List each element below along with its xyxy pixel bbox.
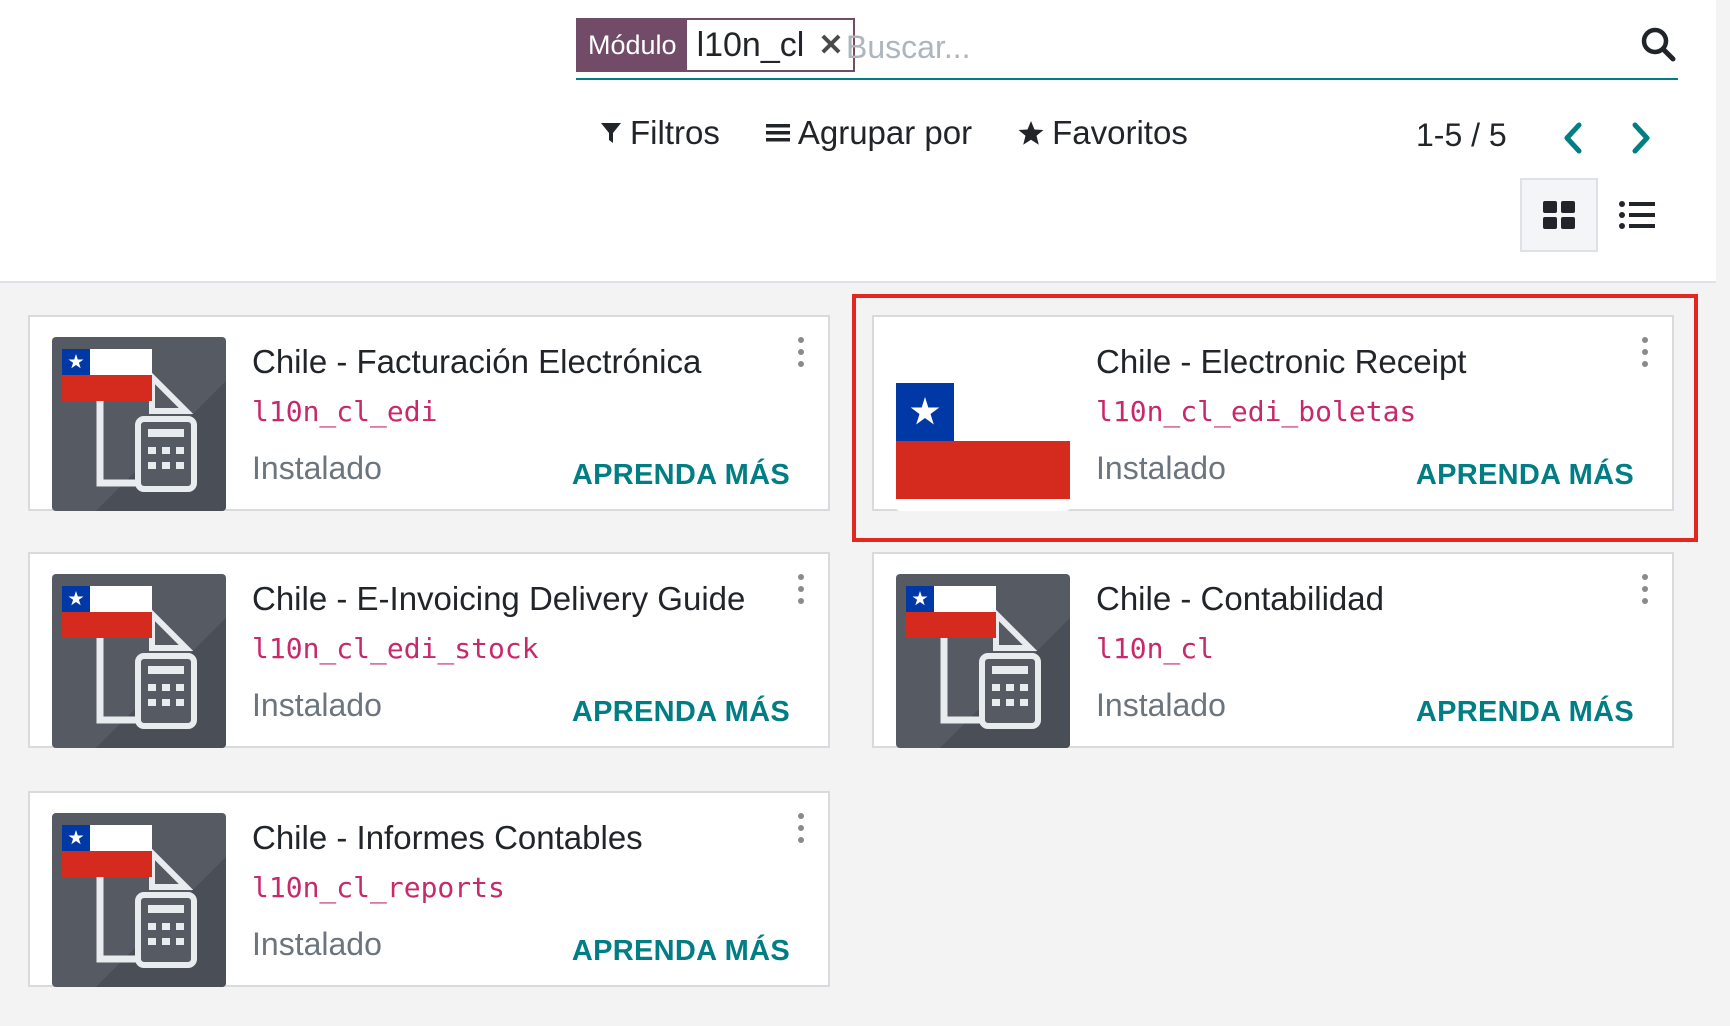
facet-label: Módulo: [578, 20, 687, 70]
module-title: Chile - E-Invoicing Delivery Guide: [252, 580, 746, 617]
module-card[interactable]: Chile - Electronic Receipt l10n_cl_edi_b…: [872, 315, 1674, 511]
module-status: Instalado: [1096, 687, 1226, 723]
filter-icon: [601, 123, 621, 143]
favorites-button[interactable]: Favoritos: [1018, 114, 1188, 152]
learn-more-button[interactable]: APRENDA MÁS: [572, 459, 790, 492]
search-bar: Módulo l10n_cl ✕: [576, 14, 1678, 80]
list-icon: [1619, 201, 1655, 229]
module-status: Instalado: [252, 926, 382, 962]
chevron-right-icon[interactable]: [1624, 118, 1658, 158]
module-card[interactable]: Chile - E-Invoicing Delivery Guide l10n_…: [28, 552, 830, 748]
vertical-ellipsis-icon[interactable]: [794, 337, 808, 367]
module-title: Chile - Informes Contables: [252, 819, 643, 856]
close-icon[interactable]: ✕: [818, 28, 843, 63]
learn-more-button[interactable]: APRENDA MÁS: [1416, 696, 1634, 729]
module-card[interactable]: Chile - Contabilidad l10n_cl Instalado A…: [872, 552, 1674, 748]
scrollbar-track: [1716, 0, 1730, 1026]
control-panel: Módulo l10n_cl ✕ Filtros Agrupar por: [0, 0, 1716, 283]
module-technical-name: l10n_cl_edi_boletas: [1096, 395, 1417, 428]
favorites-label: Favoritos: [1052, 114, 1188, 151]
list-view-button[interactable]: [1598, 178, 1676, 252]
facet-value: l10n_cl: [696, 25, 805, 64]
pager-value[interactable]: 1-5 / 5: [1416, 117, 1507, 154]
filters-button[interactable]: Filtros: [600, 114, 720, 152]
module-status: Instalado: [1096, 450, 1226, 486]
filters-label: Filtros: [630, 114, 720, 151]
learn-more-button[interactable]: APRENDA MÁS: [572, 935, 790, 968]
module-title: Chile - Facturación Electrónica: [252, 343, 702, 380]
search-icon[interactable]: [1638, 24, 1678, 64]
module-status: Instalado: [252, 687, 382, 723]
search-options: Filtros Agrupar por Favoritos: [600, 114, 1188, 152]
chile-invoice-icon: [52, 813, 226, 987]
group-by-label: Agrupar por: [797, 114, 973, 151]
search-facet: Módulo l10n_cl ✕: [576, 18, 856, 72]
module-status: Instalado: [252, 450, 382, 486]
search-input[interactable]: [844, 22, 1608, 72]
chile-invoice-icon: [52, 337, 226, 511]
chile-invoice-icon: [52, 574, 226, 748]
chile-flag-icon: [896, 337, 1070, 511]
module-card[interactable]: Chile - Informes Contables l10n_cl_repor…: [28, 791, 830, 987]
module-technical-name: l10n_cl: [1096, 632, 1215, 665]
kanban-view-button[interactable]: [1520, 178, 1598, 252]
vertical-ellipsis-icon[interactable]: [1638, 574, 1652, 604]
vertical-ellipsis-icon[interactable]: [794, 574, 808, 604]
vertical-ellipsis-icon[interactable]: [794, 813, 808, 843]
chile-invoice-icon: [896, 574, 1070, 748]
group-by-button[interactable]: Agrupar por: [765, 114, 973, 152]
module-technical-name: l10n_cl_edi_stock: [252, 632, 539, 665]
kanban-view: Chile - Facturación Electrónica l10n_cl_…: [0, 283, 1716, 1026]
chevron-left-icon[interactable]: [1556, 118, 1590, 158]
bars-icon: [765, 124, 790, 142]
module-title: Chile - Electronic Receipt: [1096, 343, 1467, 380]
facet-value-container: l10n_cl ✕: [686, 20, 854, 70]
module-title: Chile - Contabilidad: [1096, 580, 1384, 617]
grid-icon: [1543, 201, 1575, 229]
vertical-ellipsis-icon[interactable]: [1638, 337, 1652, 367]
module-technical-name: l10n_cl_reports: [252, 871, 505, 904]
module-technical-name: l10n_cl_edi: [252, 395, 438, 428]
star-icon: [1018, 121, 1044, 145]
learn-more-button[interactable]: APRENDA MÁS: [1416, 459, 1634, 492]
learn-more-button[interactable]: APRENDA MÁS: [572, 696, 790, 729]
module-card[interactable]: Chile - Facturación Electrónica l10n_cl_…: [28, 315, 830, 511]
